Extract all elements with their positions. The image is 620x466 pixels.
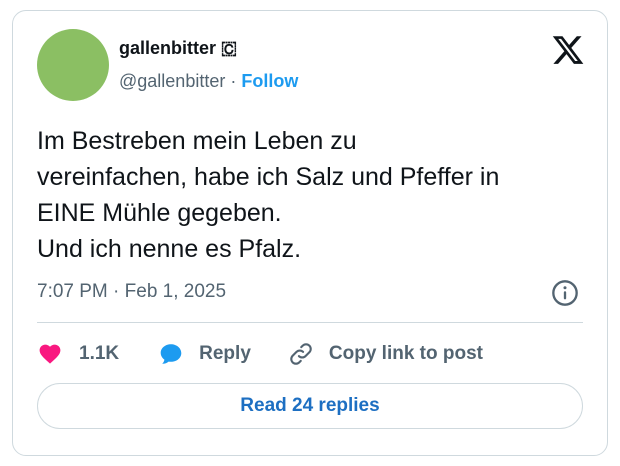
like-count: 1.1K bbox=[79, 343, 120, 364]
reply-button[interactable]: Reply bbox=[157, 341, 251, 367]
like-button[interactable]: 1.1K bbox=[37, 342, 119, 366]
read-replies-button[interactable]: Read 24 replies bbox=[37, 383, 583, 429]
action-bar: 1.1K Reply Copy link to post bbox=[37, 339, 483, 369]
reply-bubble-icon bbox=[160, 344, 182, 364]
copy-link-label: Copy link to post bbox=[328, 343, 483, 364]
divider bbox=[37, 322, 583, 323]
info-icon[interactable] bbox=[551, 279, 579, 307]
avatar[interactable] bbox=[37, 29, 109, 101]
reply-label: Reply bbox=[199, 343, 251, 364]
tweet-text: Im Bestreben mein Leben zu vereinfachen,… bbox=[37, 123, 593, 267]
timestamp[interactable]: 7:07 PM · Feb 1, 2025 bbox=[37, 281, 226, 303]
tweet-text-line: Im Bestreben mein Leben zu bbox=[37, 127, 357, 155]
tweet-text-line: EINE Mühle gegeben. bbox=[37, 199, 282, 227]
link-icon bbox=[290, 343, 312, 365]
copy-link-button[interactable]: Copy link to post bbox=[287, 340, 483, 368]
handle[interactable]: @gallenbitter bbox=[119, 71, 225, 91]
tweet-text-line: vereinfachen, habe ich Salz und Pfeffer … bbox=[37, 163, 500, 191]
heart-icon bbox=[39, 344, 61, 364]
handle-separator: · bbox=[230, 71, 237, 91]
x-logo-icon[interactable] bbox=[551, 33, 585, 67]
follow-button[interactable]: Follow bbox=[241, 71, 298, 91]
tweet-card: gallenbitter 🇨 @gallenbitter · Follow Im… bbox=[12, 10, 608, 456]
display-name[interactable]: gallenbitter 🇨 bbox=[119, 38, 237, 59]
tweet-text-line: Und ich nenne es Pfalz. bbox=[37, 235, 302, 263]
handle-row: @gallenbitter · Follow bbox=[119, 71, 298, 92]
